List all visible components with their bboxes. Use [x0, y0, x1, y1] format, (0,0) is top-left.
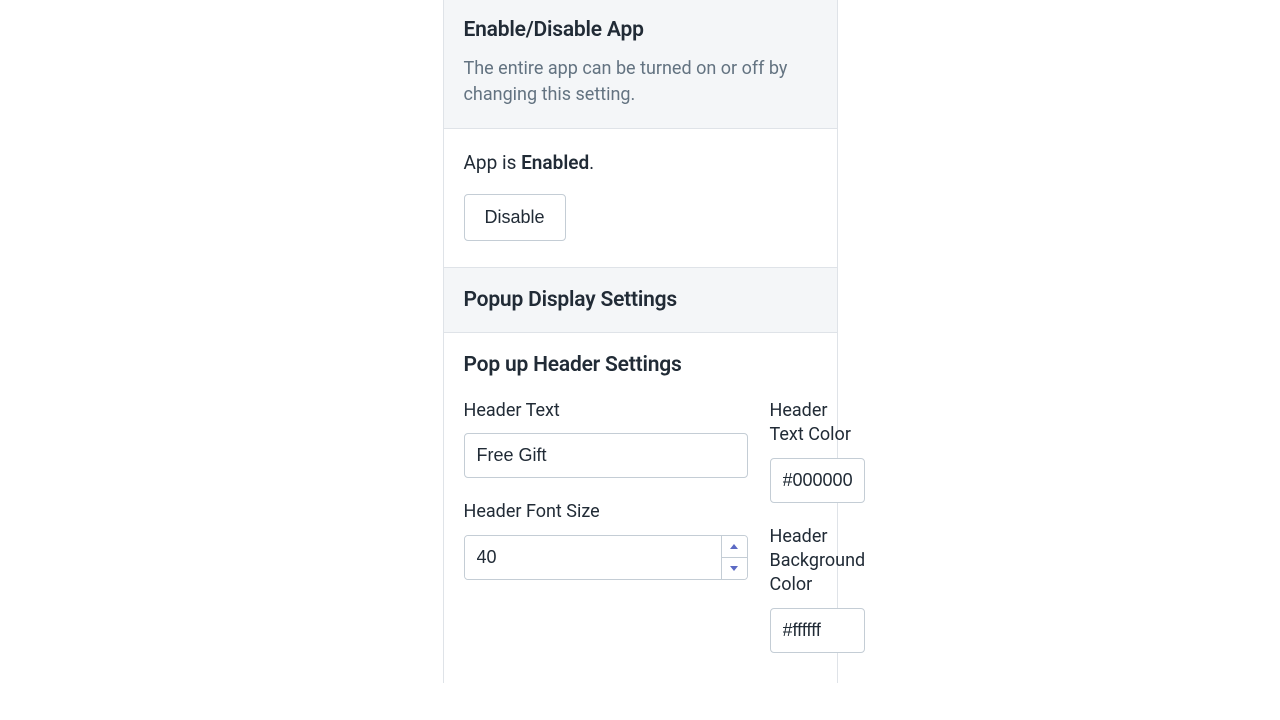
header-text-input[interactable] — [464, 433, 748, 478]
app-status-suffix: . — [589, 151, 594, 174]
font-size-increment-button[interactable] — [722, 536, 747, 558]
header-font-size-wrapper — [464, 535, 748, 580]
popup-section-title: Popup Display Settings — [464, 288, 817, 312]
popup-section-header: Popup Display Settings — [444, 268, 837, 333]
app-status-line: App is Enabled. — [464, 151, 817, 174]
app-status-prefix: App is — [464, 151, 522, 174]
app-status-value: Enabled — [521, 151, 589, 174]
header-font-size-input[interactable] — [465, 536, 721, 579]
font-size-decrement-button[interactable] — [722, 558, 747, 579]
chevron-up-icon — [730, 544, 738, 549]
enable-section-header: Enable/Disable App The entire app can be… — [444, 0, 837, 129]
header-settings-section: Pop up Header Settings Header Text Heade… — [444, 333, 837, 682]
header-bg-color-input[interactable] — [770, 608, 866, 653]
header-font-size-field: Header Font Size — [464, 500, 748, 579]
header-text-label: Header Text — [464, 399, 748, 423]
header-bg-color-label: Header Background Color — [770, 525, 866, 598]
header-text-color-input[interactable] — [770, 458, 866, 503]
header-bg-color-field: Header Background Color — [770, 525, 866, 653]
enable-section-description: The entire app can be turned on or off b… — [464, 56, 817, 108]
header-text-field: Header Text — [464, 399, 748, 478]
font-size-spinner — [721, 536, 747, 579]
header-settings-title: Pop up Header Settings — [464, 353, 817, 377]
chevron-down-icon — [730, 566, 738, 571]
enable-section-title: Enable/Disable App — [464, 18, 817, 42]
header-text-color-field: Header Text Color — [770, 399, 866, 503]
settings-panel: Enable/Disable App The entire app can be… — [443, 0, 838, 683]
header-settings-grid: Header Text Header Font Size — [464, 399, 817, 652]
header-text-color-label: Header Text Color — [770, 399, 866, 448]
header-settings-right-col: Header Text Color Header Background Colo… — [770, 399, 866, 652]
enable-section-body: App is Enabled. Disable — [444, 129, 837, 268]
header-font-size-label: Header Font Size — [464, 500, 748, 524]
header-settings-left-col: Header Text Header Font Size — [464, 399, 748, 652]
disable-button[interactable]: Disable — [464, 194, 566, 241]
